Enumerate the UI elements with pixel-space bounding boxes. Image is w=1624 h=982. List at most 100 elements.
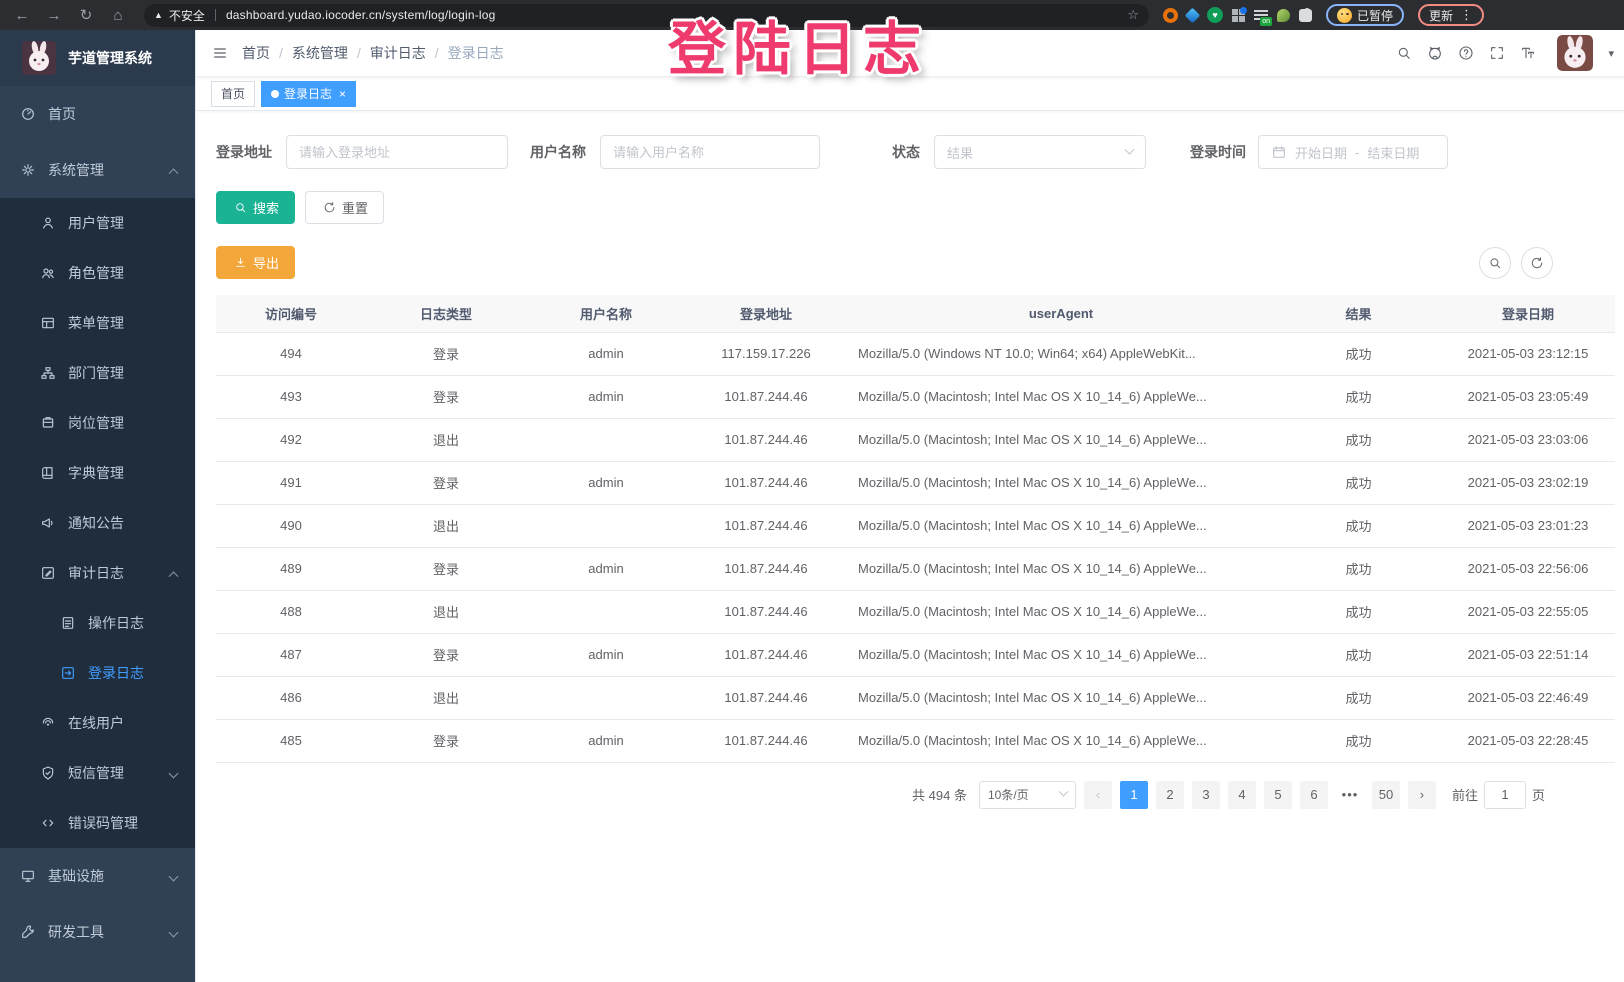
breadcrumb-item[interactable]: 首页 bbox=[242, 43, 270, 63]
page-button[interactable]: 3 bbox=[1192, 781, 1220, 809]
back-icon[interactable]: ← bbox=[8, 3, 36, 27]
fullscreen-icon[interactable] bbox=[1489, 45, 1505, 61]
table-cell: 2021-05-03 22:56:06 bbox=[1441, 547, 1615, 590]
sidebar-item-megaphone[interactable]: 通知公告 bbox=[0, 498, 195, 548]
paused-pill[interactable]: 已暂停 bbox=[1326, 4, 1404, 26]
browser-update-button[interactable]: 更新 ⋮ bbox=[1418, 4, 1484, 26]
table-cell: 成功 bbox=[1276, 547, 1441, 590]
prev-page-button[interactable]: ‹ bbox=[1084, 781, 1112, 809]
sidebar-item-label: 操作日志 bbox=[88, 613, 177, 633]
green-heart-icon[interactable]: ♥ bbox=[1207, 7, 1223, 23]
help-circle-icon[interactable] bbox=[1458, 45, 1474, 61]
date-range-picker[interactable]: 开始日期 - 结束日期 bbox=[1258, 135, 1448, 169]
url-text: dashboard.yudao.iocoder.cn/system/log/lo… bbox=[226, 8, 496, 22]
status-select[interactable]: 结果 bbox=[934, 135, 1146, 169]
github-icon[interactable] bbox=[1427, 45, 1443, 61]
sidebar-item-label: 角色管理 bbox=[68, 263, 177, 283]
address-bar[interactable]: ▲ 不安全 dashboard.yudao.iocoder.cn/system/… bbox=[144, 4, 1149, 27]
table-row[interactable]: 487登录admin101.87.244.46Mozilla/5.0 (Maci… bbox=[216, 633, 1615, 676]
sidebar-item-error-code[interactable]: 错误码管理 bbox=[0, 798, 195, 848]
bookmark-star-icon[interactable]: ☆ bbox=[1127, 7, 1139, 23]
chevron-down-icon bbox=[1125, 144, 1135, 154]
sidebar-item-online-user[interactable]: 在线用户 bbox=[0, 698, 195, 748]
breadcrumb-item[interactable]: 系统管理 bbox=[292, 43, 348, 63]
table-cell: Mozilla/5.0 (Macintosh; Intel Mac OS X 1… bbox=[846, 719, 1276, 762]
table-row[interactable]: 493登录admin101.87.244.46Mozilla/5.0 (Maci… bbox=[216, 375, 1615, 418]
search-icon[interactable] bbox=[1396, 45, 1412, 61]
sidebar-item-user[interactable]: 用户管理 bbox=[0, 198, 195, 248]
home-icon[interactable]: ⌂ bbox=[104, 3, 132, 27]
sidebar-item-users[interactable]: 角色管理 bbox=[0, 248, 195, 298]
login-log-table: 访问编号日志类型用户名称登录地址userAgent结果登录日期 494登录adm… bbox=[216, 295, 1615, 763]
breadcrumb-item[interactable]: 登录日志 bbox=[448, 43, 504, 63]
sidebar-item-dev-tool[interactable]: 研发工具 bbox=[0, 904, 195, 960]
login-address-input[interactable] bbox=[299, 145, 495, 160]
tab-active[interactable]: 登录日志× bbox=[261, 81, 356, 107]
filter-buttons: 搜索 重置 bbox=[216, 191, 1615, 224]
sidebar-item-sms-shield[interactable]: 短信管理 bbox=[0, 748, 195, 798]
page-size-select[interactable]: 10条/页 bbox=[979, 781, 1076, 809]
sidebar-item-infra-monitor[interactable]: 基础设施 bbox=[0, 848, 195, 904]
sidebar-item-menu-table[interactable]: 菜单管理 bbox=[0, 298, 195, 348]
blue-shield-icon[interactable] bbox=[1185, 7, 1201, 23]
green-leaf-icon[interactable] bbox=[1277, 9, 1290, 22]
sidebar-item-org-tree[interactable]: 部门管理 bbox=[0, 348, 195, 398]
sidebar-item-audit-log[interactable]: 审计日志 bbox=[0, 548, 195, 598]
paused-label: 已暂停 bbox=[1357, 7, 1393, 24]
list-on-badge-icon[interactable] bbox=[1254, 9, 1268, 21]
table-row[interactable]: 486退出101.87.244.46Mozilla/5.0 (Macintosh… bbox=[216, 676, 1615, 719]
header-actions: ▾ bbox=[1396, 35, 1614, 71]
export-button[interactable]: 导出 bbox=[216, 246, 295, 279]
table-row[interactable]: 489登录admin101.87.244.46Mozilla/5.0 (Maci… bbox=[216, 547, 1615, 590]
table-row[interactable]: 491登录admin101.87.244.46Mozilla/5.0 (Maci… bbox=[216, 461, 1615, 504]
page-button[interactable]: 5 bbox=[1264, 781, 1292, 809]
breadcrumb-item[interactable]: 审计日志 bbox=[370, 43, 426, 63]
table-cell: 101.87.244.46 bbox=[686, 375, 846, 418]
page-button[interactable]: 2 bbox=[1156, 781, 1184, 809]
sidebar-item-post-badge[interactable]: 岗位管理 bbox=[0, 398, 195, 448]
puzzle-icon[interactable] bbox=[1299, 9, 1312, 22]
grid-badge-icon[interactable] bbox=[1232, 9, 1245, 22]
page-button[interactable]: 6 bbox=[1300, 781, 1328, 809]
browser-menu-icon[interactable]: ⋮ bbox=[1460, 7, 1473, 23]
toggle-search-button[interactable] bbox=[1479, 247, 1511, 279]
sidebar-item-label: 登录日志 bbox=[88, 663, 177, 683]
sidebar-item-dict-book[interactable]: 字典管理 bbox=[0, 448, 195, 498]
sidebar-item-gear[interactable]: 系统管理 bbox=[0, 142, 195, 198]
sidebar-item-label: 研发工具 bbox=[48, 922, 158, 942]
breadcrumb-separator: / bbox=[357, 45, 361, 61]
page-button[interactable]: 1 bbox=[1120, 781, 1148, 809]
sidebar-item-login-log[interactable]: 登录日志 bbox=[0, 648, 195, 698]
table-cell: 488 bbox=[216, 590, 366, 633]
sidebar-item-label: 基础设施 bbox=[48, 866, 158, 886]
column-header: 访问编号 bbox=[216, 295, 366, 332]
jump-page-input[interactable] bbox=[1484, 781, 1526, 809]
table-row[interactable]: 490退出101.87.244.46Mozilla/5.0 (Macintosh… bbox=[216, 504, 1615, 547]
page-button[interactable]: 4 bbox=[1228, 781, 1256, 809]
table-row[interactable]: 492退出101.87.244.46Mozilla/5.0 (Macintosh… bbox=[216, 418, 1615, 461]
orange-ring-icon[interactable] bbox=[1163, 8, 1178, 23]
table-cell: 成功 bbox=[1276, 676, 1441, 719]
reset-button[interactable]: 重置 bbox=[305, 191, 384, 224]
tab-inactive[interactable]: 首页 bbox=[211, 81, 255, 107]
refresh-table-button[interactable] bbox=[1521, 247, 1553, 279]
table-cell: 登录 bbox=[366, 719, 526, 762]
hamburger-icon[interactable] bbox=[212, 45, 228, 61]
next-page-button[interactable]: › bbox=[1408, 781, 1436, 809]
font-size-icon[interactable] bbox=[1520, 45, 1536, 61]
reload-icon[interactable]: ↻ bbox=[72, 3, 100, 27]
close-icon[interactable]: × bbox=[339, 87, 346, 101]
table-cell: Mozilla/5.0 (Macintosh; Intel Mac OS X 1… bbox=[846, 633, 1276, 676]
username-input[interactable] bbox=[613, 145, 807, 160]
table-row[interactable]: 485登录admin101.87.244.46Mozilla/5.0 (Maci… bbox=[216, 719, 1615, 762]
sidebar-item-dashboard[interactable]: 首页 bbox=[0, 86, 195, 142]
user-avatar[interactable] bbox=[1557, 35, 1593, 71]
caret-down-icon[interactable]: ▾ bbox=[1608, 47, 1614, 60]
jump-suffix: 页 bbox=[1532, 785, 1545, 804]
page-button[interactable]: 50 bbox=[1372, 781, 1400, 809]
sidebar-item-operate-log[interactable]: 操作日志 bbox=[0, 598, 195, 648]
table-row[interactable]: 488退出101.87.244.46Mozilla/5.0 (Macintosh… bbox=[216, 590, 1615, 633]
forward-icon[interactable]: → bbox=[40, 3, 68, 27]
search-button[interactable]: 搜索 bbox=[216, 191, 295, 224]
table-row[interactable]: 494登录admin117.159.17.226Mozilla/5.0 (Win… bbox=[216, 332, 1615, 375]
